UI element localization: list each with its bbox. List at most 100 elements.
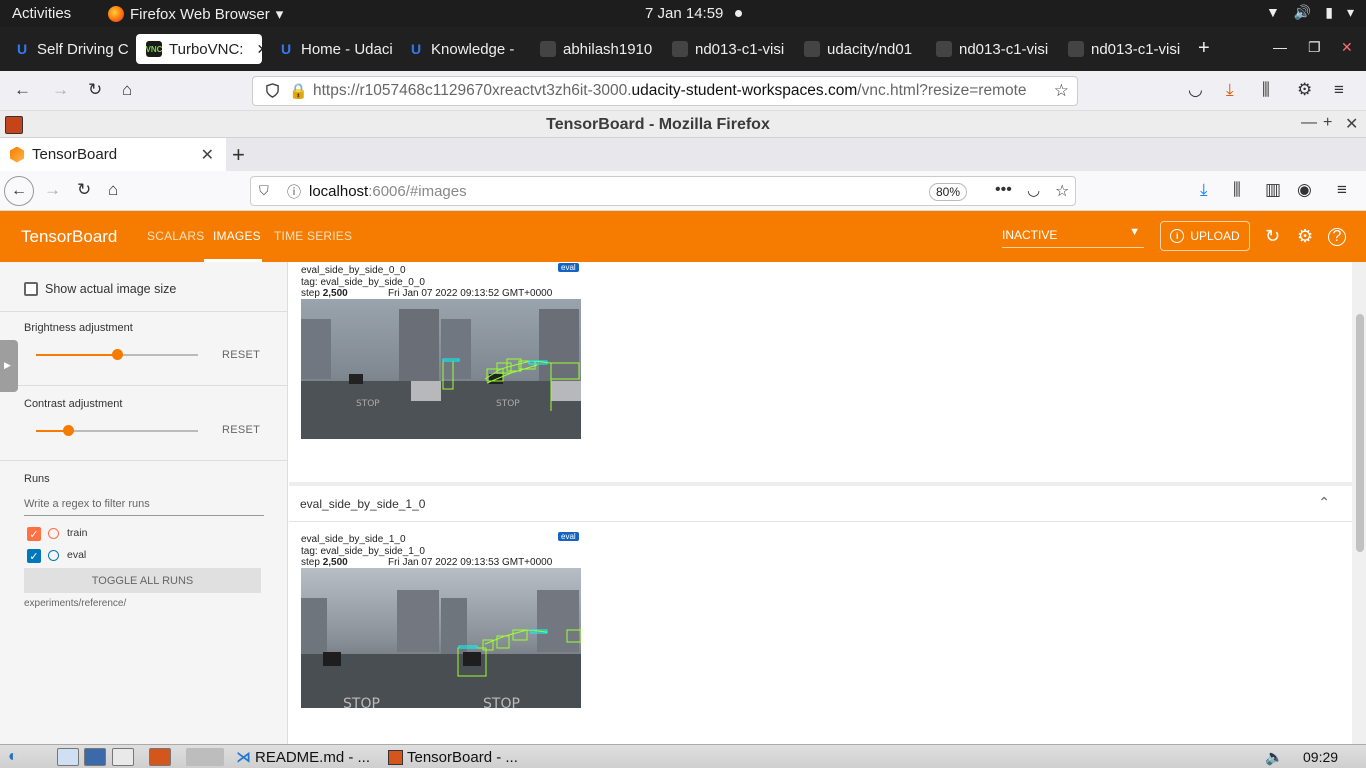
card-header[interactable]: eval_side_by_side_1_0 ⌃ <box>289 486 1352 522</box>
zoom-indicator[interactable]: 80% <box>929 183 968 201</box>
chevron-up-icon[interactable]: ⌃ <box>1318 494 1330 511</box>
lock-icon: 🔒 <box>289 83 308 100</box>
app-menu[interactable]: Firefox Web Browser ▾ <box>108 5 283 23</box>
vnc-icon: VNC <box>146 41 162 57</box>
battery-icon: ▮ <box>1325 4 1333 20</box>
system-tray[interactable]: ▼ 🔊 ▮ ▾ <box>1266 4 1354 21</box>
home-icon[interactable]: ⌂ <box>122 80 132 100</box>
outer-tab[interactable]: abhilash1910 <box>530 34 658 64</box>
contrast-slider-thumb[interactable] <box>63 425 75 436</box>
tab-images[interactable]: IMAGES <box>213 229 261 243</box>
sidebar-icon[interactable]: ▥ <box>1265 180 1281 200</box>
bookmark-star-icon[interactable]: ☆ <box>1054 81 1069 101</box>
pocket-icon[interactable]: ◡ <box>1188 80 1203 100</box>
step-label: step <box>301 288 320 299</box>
maximize-icon[interactable]: ❐ <box>1308 39 1321 56</box>
contrast-reset-button[interactable]: RESET <box>222 424 260 436</box>
upload-button[interactable]: i UPLOAD <box>1160 221 1250 251</box>
tab-tensorboard[interactable]: TensorBoard ✕ <box>0 138 226 171</box>
home-icon[interactable]: ⌂ <box>108 180 118 200</box>
outer-tab[interactable]: U Home - Udaci <box>268 34 396 64</box>
maximize-icon[interactable]: + <box>1323 114 1332 132</box>
forward-arrow-icon[interactable]: → <box>52 80 69 100</box>
outer-tab[interactable]: udacity/nd01 <box>794 34 922 64</box>
shield-icon: ⛉ <box>259 183 269 198</box>
back-arrow-icon[interactable]: ← <box>4 176 34 206</box>
pocket-icon[interactable]: ◡ <box>1027 181 1040 199</box>
close-window-icon[interactable]: ✕ <box>1341 39 1353 56</box>
outer-tab[interactable]: U Knowledge - <box>398 34 526 64</box>
outer-tab[interactable]: nd013-c1-visi <box>662 34 790 64</box>
account-icon[interactable]: ◉ <box>1297 180 1312 200</box>
more-icon[interactable]: ••• <box>995 181 1012 199</box>
run-eval-checkbox[interactable]: ✓ <box>27 549 41 563</box>
outer-tab[interactable]: U Self Driving C <box>4 34 132 64</box>
tab-time-series[interactable]: TIME SERIES <box>274 229 352 243</box>
url-prefix: https://r1057468c1129670xreactvt3zh6it-3… <box>313 82 632 99</box>
new-tab-button[interactable]: + <box>232 142 245 168</box>
start-menu-icon[interactable]: ◐ <box>8 747 18 767</box>
eval-image[interactable]: STOP STOP <box>301 568 581 708</box>
brightness-slider-thumb[interactable] <box>112 349 123 360</box>
svg-text:STOP: STOP <box>496 399 520 409</box>
library-icon[interactable]: ⫼ <box>1262 80 1270 100</box>
run-filter-input[interactable]: Write a regex to filter runs <box>24 498 264 516</box>
eval-image[interactable]: STOP STOP <box>301 299 581 439</box>
firefox-icon[interactable] <box>149 748 171 766</box>
inner-url-bar[interactable]: ⛉ ⓘ localhost:6006/#images 80% ••• ◡ ☆ <box>250 176 1076 206</box>
side-drawer-toggle[interactable]: ▶ <box>0 340 18 392</box>
scrollbar-thumb[interactable] <box>1356 314 1364 552</box>
outer-tab-active[interactable]: VNC TurboVNC: ✕ <box>136 34 262 64</box>
show-actual-size-checkbox[interactable] <box>24 282 38 296</box>
workspace-switcher[interactable] <box>186 748 224 766</box>
outer-tab[interactable]: nd013-c1-visi <box>1058 34 1186 64</box>
download-icon[interactable]: ⤓ <box>1200 180 1208 200</box>
taskbar-clock[interactable]: 09:29 <box>1303 747 1338 767</box>
forward-arrow-icon[interactable]: → <box>44 180 61 200</box>
outer-url-bar[interactable]: 🔒 https://r1057468c1129670xreactvt3zh6it… <box>252 76 1078 106</box>
refresh-icon[interactable]: ↻ <box>1265 226 1280 247</box>
download-icon[interactable]: ⤓ <box>1226 80 1234 100</box>
toggle-all-runs-label: TOGGLE ALL RUNS <box>91 574 194 587</box>
volume-icon[interactable]: 🔈 <box>1265 747 1284 767</box>
upload-label: UPLOAD <box>1190 229 1240 243</box>
close-icon[interactable]: ✕ <box>256 41 262 58</box>
street-scene-image: STOP STOP <box>301 568 581 708</box>
terminal-icon[interactable] <box>84 748 106 766</box>
taskbar-item-tensorboard[interactable]: TensorBoard - ... <box>388 747 518 767</box>
reload-icon[interactable]: ↻ <box>77 180 91 200</box>
library-icon[interactable]: ⫼ <box>1233 180 1241 200</box>
system-clock[interactable]: 7 Jan 14:59 <box>645 5 723 22</box>
activities-button[interactable]: Activities <box>12 5 71 22</box>
minimize-icon[interactable]: — <box>1301 114 1317 132</box>
close-icon[interactable]: ✕ <box>1345 114 1358 134</box>
toggle-all-runs-button[interactable]: TOGGLE ALL RUNS <box>24 568 261 593</box>
minimize-icon[interactable]: — <box>1273 39 1287 55</box>
help-icon[interactable]: ? <box>1328 228 1346 246</box>
reload-icon[interactable]: ↻ <box>88 80 102 100</box>
url-rest: :6006/#images <box>368 182 467 200</box>
gnome-top-bar: Activities Firefox Web Browser ▾ 7 Jan 1… <box>0 0 1366 27</box>
tab-scalars[interactable]: SCALARS <box>147 229 204 243</box>
plugin-select[interactable]: INACTIVE ▼ <box>1002 226 1144 248</box>
run-eval-color-icon[interactable] <box>48 550 59 561</box>
tab-label: nd013-c1-visi <box>695 40 785 58</box>
tab-label: udacity/nd01 <box>827 40 913 58</box>
bookmark-star-icon[interactable]: ☆ <box>1055 181 1069 201</box>
file-manager-icon[interactable] <box>57 748 79 766</box>
extensions-icon[interactable]: ⚙ <box>1297 80 1312 100</box>
gear-icon[interactable]: ⚙ <box>1297 226 1313 247</box>
brightness-reset-button[interactable]: RESET <box>222 349 260 361</box>
run-train-checkbox[interactable]: ✓ <box>27 527 41 541</box>
outer-tab[interactable]: nd013-c1-visi <box>926 34 1054 64</box>
menu-icon[interactable]: ≡ <box>1334 80 1344 100</box>
back-arrow-icon[interactable]: ← <box>14 80 31 100</box>
page-scrollbar[interactable] <box>1352 262 1366 744</box>
run-train-color-icon[interactable] <box>48 528 59 539</box>
close-icon[interactable]: ✕ <box>201 145 214 165</box>
window-icon[interactable] <box>112 748 134 766</box>
menu-icon[interactable]: ≡ <box>1337 180 1347 200</box>
new-tab-button[interactable]: + <box>1198 37 1210 60</box>
taskbar-item-readme[interactable]: ⋊ README.md - ... <box>236 747 370 767</box>
volume-icon: 🔊 <box>1293 4 1312 20</box>
